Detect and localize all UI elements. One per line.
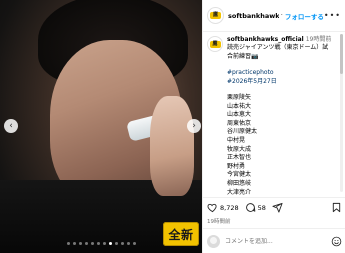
carousel-dot: [108, 242, 112, 245]
comment-action: 58: [245, 202, 266, 213]
roster-item: 栗原陵矢: [227, 94, 252, 102]
carousel-dot: [84, 242, 88, 245]
comment-input[interactable]: [225, 237, 321, 245]
hawks-logo-icon: 鷹: [209, 40, 221, 48]
action-bar: 8,728 58: [203, 197, 345, 217]
carousel-dot: [78, 242, 82, 245]
header-username[interactable]: softbankhawks_officia: [228, 12, 279, 20]
comment-icon[interactable]: [245, 202, 256, 213]
carousel-dot: [120, 242, 124, 245]
roster-item: 柳田悠岐: [227, 179, 252, 187]
photo-hand: [150, 96, 194, 196]
carousel-dots: [0, 242, 202, 245]
carousel-next-button[interactable]: ›: [187, 119, 201, 133]
caption-area: 鷹 softbankhawks_official 19時間前 読売ジャイアンツ戦（…: [203, 32, 345, 196]
hashtag-date[interactable]: #2026年5月27日: [227, 78, 331, 86]
emoji-icon[interactable]: [331, 236, 342, 247]
carousel-dot: [96, 242, 100, 245]
account-avatar[interactable]: 鷹: [207, 7, 224, 24]
instagram-post-view: 全新 ‹ › 鷹 softbankhawks_officia · フォローする …: [0, 0, 345, 253]
carousel-dot: [132, 242, 136, 245]
roster-item: 谷川原健太: [227, 128, 258, 136]
carousel-dot: [126, 242, 130, 245]
caption-username[interactable]: softbankhawks_official: [227, 36, 304, 43]
carousel-prev-button[interactable]: ‹: [4, 119, 18, 133]
caption-body: softbankhawks_official 19時間前 読売ジャイアンツ戦（東京…: [227, 36, 331, 196]
like-count[interactable]: 8,728: [220, 204, 239, 212]
caption-time: 19時間前: [305, 36, 332, 43]
user-avatar-icon: [207, 234, 220, 248]
caption-scrollbar[interactable]: [340, 34, 343, 192]
heart-icon[interactable]: [207, 202, 218, 213]
caption-line-1: 読売ジャイアンツ戦（東京ドーム）試: [227, 44, 329, 52]
share-icon[interactable]: [272, 202, 283, 213]
carousel-dot: [114, 242, 118, 245]
roster-item: 山本祐大: [227, 102, 252, 110]
caption-line-2: 合前練習📷: [227, 52, 259, 60]
roster-item: 中村晃: [227, 137, 246, 144]
carousel-dot: [90, 242, 94, 245]
roster-item: 山本恵大: [227, 111, 252, 119]
hashtag-practicephoto[interactable]: #practicephoto: [227, 69, 331, 77]
carousel-dot: [66, 242, 70, 245]
carousel-dot: [72, 242, 76, 245]
roster-list: 栗原陵矢 山本祐大 山本恵大 周東佑京 谷川原健太 中村晃 牧原大成 正木智也 野村勇 今宮健太柳…: [227, 94, 331, 196]
roster-item: 正木智也: [227, 154, 252, 162]
bookmark-icon[interactable]: [331, 202, 342, 213]
caption-avatar[interactable]: 鷹: [207, 36, 223, 52]
roster-item: 今宮健太: [227, 171, 252, 179]
roster-item: 大津亮介: [227, 188, 252, 196]
share-action: [272, 202, 283, 213]
comment-count[interactable]: 58: [258, 204, 266, 212]
post-photo[interactable]: 全新 ‹ ›: [0, 0, 202, 253]
comment-box: [203, 228, 345, 253]
caption-row: 鷹 softbankhawks_official 19時間前 読売ジャイアンツ戦（…: [207, 36, 335, 196]
more-options-icon[interactable]: •••: [324, 11, 341, 20]
like-action: 8,728: [207, 202, 239, 213]
roster-item: 牧原大成: [227, 145, 252, 153]
carousel-dot: [102, 242, 106, 245]
post-side-panel: 鷹 softbankhawks_officia · フォローする ••• 鷹 s…: [202, 0, 345, 253]
post-header: 鷹 softbankhawks_officia · フォローする •••: [203, 0, 345, 32]
posted-time: 19時間前: [207, 219, 231, 225]
scrollbar-thumb[interactable]: [340, 34, 343, 74]
follow-button[interactable]: フォローする: [285, 11, 324, 21]
hawks-logo-icon: 鷹: [210, 12, 221, 19]
separator-dot: ·: [280, 12, 283, 19]
